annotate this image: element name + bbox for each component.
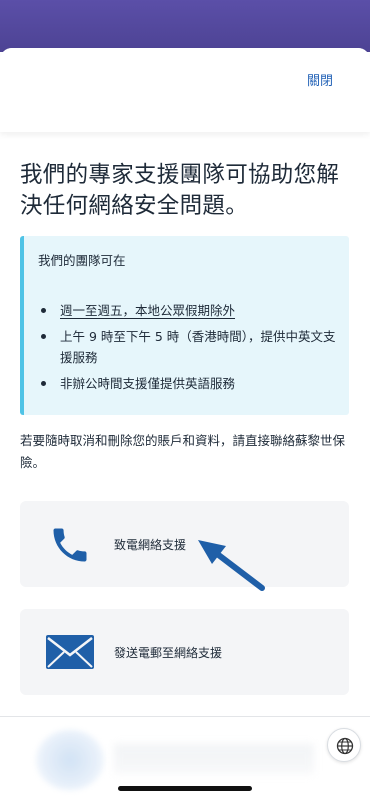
globe-icon	[336, 737, 354, 755]
blurred-avatar	[36, 730, 104, 790]
page-title: 我們的專家支援團隊可協助您解決任何網絡安全問題。	[20, 162, 340, 219]
modal-header	[0, 48, 370, 132]
divider	[0, 716, 370, 717]
call-support-button[interactable]: 致電網絡支援	[20, 501, 349, 587]
arrow-pointer-icon	[198, 540, 265, 591]
home-indicator[interactable]	[118, 786, 252, 791]
list-item: 週一至週五，本地公眾假期除外	[38, 300, 338, 321]
phone-icon	[53, 528, 87, 562]
email-support-button[interactable]: 發送電郵至網絡支援	[20, 609, 349, 695]
close-button[interactable]: 關閉	[307, 70, 333, 89]
list-item: 上午 9 時至下午 5 時（香港時間），提供中英文支援服務	[38, 326, 338, 368]
support-hours-box: 我們的團隊可在 週一至週五，本地公眾假期除外 上午 9 時至下午 5 時（香港時…	[20, 236, 349, 415]
cancel-account-note: 若要隨時取消和刪除您的賬戶和資料，請直接聯絡蘇黎世保險。	[20, 433, 346, 470]
support-hours-title: 我們的團隊可在	[38, 253, 126, 268]
list-item: 非辦公時間支援僅提供英語服務	[38, 373, 338, 394]
call-support-label: 致電網絡支援	[114, 538, 187, 552]
support-hours-list: 週一至週五，本地公眾假期除外 上午 9 時至下午 5 時（香港時間），提供中英文…	[38, 300, 338, 399]
email-support-label: 發送電郵至網絡支援	[114, 646, 223, 660]
envelope-icon	[46, 635, 94, 669]
language-button[interactable]	[327, 728, 361, 762]
top-band	[0, 0, 370, 52]
blurred-content	[114, 744, 314, 774]
